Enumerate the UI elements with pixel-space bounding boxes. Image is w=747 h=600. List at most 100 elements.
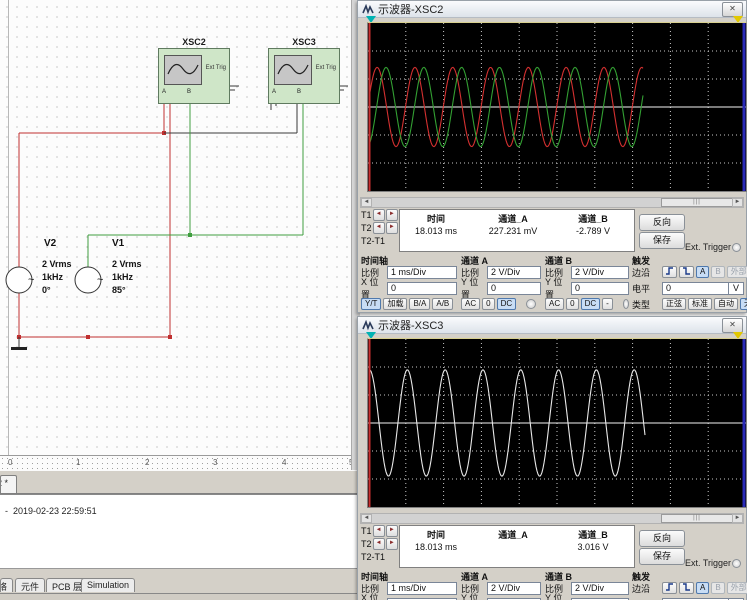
xsc3-display[interactable]: [367, 338, 747, 508]
scope-window-xsc2: 示波器-XSC2 ✕ ◄ ||| ► T1 ◄ ► T2 ◄ ► T2-T1 时…: [357, 0, 747, 313]
t2-right-button[interactable]: ►: [386, 222, 398, 234]
t2-right-button[interactable]: ►: [386, 538, 398, 550]
coupling-ac-button[interactable]: AC: [461, 298, 480, 310]
scrollbar-thumb[interactable]: |||: [661, 198, 733, 207]
t1-label: T1: [361, 526, 372, 536]
reverse-button[interactable]: 反向: [639, 214, 685, 231]
trigger-type-none-button[interactable]: 无: [740, 298, 747, 310]
reverse-button[interactable]: 反向: [639, 530, 685, 547]
sheet-tab-label: 2 *: [0, 478, 8, 488]
cursor-controls: T1 ◄ ► T2 ◄ ► T2-T1: [361, 209, 398, 248]
xsc2-titlebar[interactable]: 示波器-XSC2 ✕: [358, 1, 746, 18]
coupling-neg-button[interactable]: -: [602, 298, 613, 310]
save-button[interactable]: 保存: [639, 548, 685, 565]
x-position-input[interactable]: 0: [387, 282, 457, 295]
channel-b-indicator[interactable]: [623, 299, 629, 309]
channel-a-indicator[interactable]: [526, 299, 536, 309]
t1-left-button[interactable]: ◄: [373, 525, 385, 537]
edge-label: 边沿: [632, 266, 662, 279]
trigger-type-normal-button[interactable]: 标准: [688, 298, 712, 310]
trigger-level-input[interactable]: 0: [662, 282, 729, 295]
spreadsheet-view[interactable]: - 2019-02-23 22:59:51: [0, 494, 360, 569]
timebase-title: 时间轴: [361, 254, 457, 263]
ext-trig-label: Ext Trig: [206, 65, 226, 71]
channel-a-position-input[interactable]: 0: [487, 282, 541, 295]
close-button[interactable]: ✕: [722, 318, 743, 333]
channel-b-position-input[interactable]: 0: [571, 282, 629, 295]
channel-b-scale-input[interactable]: 2 V/Div: [571, 266, 629, 279]
t2-left-button[interactable]: ◄: [373, 222, 385, 234]
t2-label: T2: [361, 223, 372, 233]
tab-network[interactable]: 络: [0, 578, 13, 592]
close-button[interactable]: ✕: [722, 2, 743, 17]
v2-refdes[interactable]: V2: [44, 238, 56, 249]
trigger-source-a-button[interactable]: A: [696, 266, 709, 278]
mode-ab-button[interactable]: A/B: [432, 298, 453, 310]
channel-b-scale-input[interactable]: 2 V/Div: [571, 582, 629, 595]
trigger-source-ext-button[interactable]: 外部: [727, 582, 747, 594]
y-position-label: Y 位置: [545, 591, 571, 600]
trigger-source-b-button[interactable]: B: [711, 266, 724, 278]
edge-rising-icon[interactable]: [662, 266, 677, 278]
wire-net-red[interactable]: [19, 100, 170, 337]
t2-label: T2: [361, 539, 372, 549]
scroll-right-icon[interactable]: ►: [732, 514, 743, 523]
scroll-right-icon[interactable]: ►: [732, 198, 743, 207]
tree-expander[interactable]: -: [5, 506, 8, 516]
t1-right-button[interactable]: ►: [386, 525, 398, 537]
edge-falling-icon[interactable]: [679, 582, 694, 594]
timebase-scale-input[interactable]: 1 ms/Div: [387, 582, 457, 595]
trigger-group: 触发 边沿 A B 外部 电平 0 V: [632, 570, 744, 600]
component-xsc3[interactable]: XSC3 Ext Trig A B: [268, 48, 340, 104]
scroll-left-icon[interactable]: ◄: [361, 198, 372, 207]
coupling-dc-button[interactable]: DC: [581, 298, 601, 310]
coupling-dc-button[interactable]: DC: [497, 298, 517, 310]
channel-b-header: 通道_B: [554, 528, 632, 541]
scrollbar-thumb[interactable]: |||: [661, 514, 733, 523]
t1-left-button[interactable]: ◄: [373, 209, 385, 221]
scroll-left-icon[interactable]: ◄: [361, 514, 372, 523]
timebase-scale-input[interactable]: 1 ms/Div: [387, 266, 457, 279]
channel-a-scale-input[interactable]: 2 V/Div: [487, 266, 541, 279]
tab-components[interactable]: 元件: [15, 578, 45, 592]
mode-add-button[interactable]: 加载: [383, 298, 407, 310]
tab-simulation[interactable]: Simulation: [81, 578, 135, 592]
multisim-app: ~ ~ XSC2 Ext Trig A B XSC3 Ext Trig A B …: [0, 0, 747, 600]
mode-yt-button[interactable]: Y/T: [361, 298, 381, 310]
v2-tilde: ~: [28, 274, 34, 286]
t2-left-button[interactable]: ◄: [373, 538, 385, 550]
edge-rising-icon[interactable]: [662, 582, 677, 594]
channel-a-scale-input[interactable]: 2 V/Div: [487, 582, 541, 595]
simulation-log-entry[interactable]: - 2019-02-23 22:59:51: [5, 506, 97, 516]
ground-symbol[interactable]: [11, 347, 27, 350]
trigger-source-a-button[interactable]: A: [696, 582, 709, 594]
coupling-0-button[interactable]: 0: [566, 298, 578, 310]
xsc2-display[interactable]: [367, 22, 747, 192]
wire-net-dark[interactable]: [19, 86, 348, 347]
trigger-type-auto-button[interactable]: 自动: [714, 298, 738, 310]
xsc3-display-scrollbar[interactable]: ◄ ||| ►: [360, 513, 744, 524]
tab-network-label: 络: [0, 582, 7, 592]
edge-falling-icon[interactable]: [679, 266, 694, 278]
save-button[interactable]: 保存: [639, 232, 685, 249]
sheet-tab[interactable]: 2 *: [0, 475, 17, 493]
component-xsc2[interactable]: XSC2 Ext Trig A B: [158, 48, 230, 104]
window-title: 示波器-XSC2: [378, 1, 443, 17]
trigger-title: 触发: [632, 570, 744, 579]
ext-trigger-radio[interactable]: [732, 559, 741, 568]
coupling-0-button[interactable]: 0: [482, 298, 494, 310]
v1-refdes[interactable]: V1: [112, 238, 124, 249]
xsc3-titlebar[interactable]: 示波器-XSC3 ✕: [358, 317, 746, 334]
ext-trigger-radio[interactable]: [732, 243, 741, 252]
v1-params[interactable]: 2 Vrms 1kHz 85°: [112, 258, 142, 297]
xsc2-display-scrollbar[interactable]: ◄ ||| ►: [360, 197, 744, 208]
trigger-type-single-button[interactable]: 正弦: [662, 298, 686, 310]
edge-label: 边沿: [632, 582, 662, 595]
mode-ba-button[interactable]: B/A: [409, 298, 430, 310]
trigger-source-ext-button[interactable]: 外部: [727, 266, 747, 278]
trigger-source-b-button[interactable]: B: [711, 582, 724, 594]
t2-t1-label: T2-T1: [361, 236, 385, 246]
coupling-ac-button[interactable]: AC: [545, 298, 564, 310]
v2-params[interactable]: 2 Vrms 1kHz 0°: [42, 258, 72, 297]
t1-right-button[interactable]: ►: [386, 209, 398, 221]
